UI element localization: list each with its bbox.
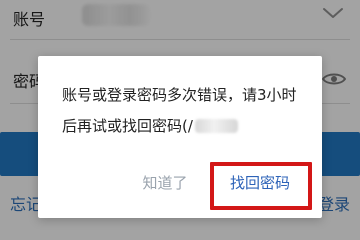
error-dialog: 账号或登录密码多次错误，请3小时后再试或找回密码(/ 知道了 找回密码 [38, 56, 322, 218]
dialog-cancel-button[interactable]: 知道了 [110, 160, 220, 204]
redacted-contact [194, 119, 238, 133]
dialog-recover-password-button[interactable]: 找回密码 [212, 160, 308, 204]
dialog-message-text: 账号或登录密码多次错误，请3小时后再试或找回密码(/ [62, 86, 297, 135]
dialog-message: 账号或登录密码多次错误，请3小时后再试或找回密码(/ [62, 80, 304, 142]
